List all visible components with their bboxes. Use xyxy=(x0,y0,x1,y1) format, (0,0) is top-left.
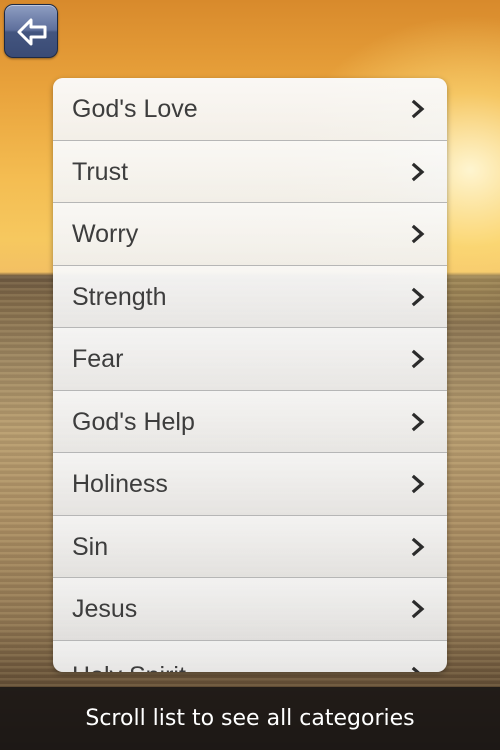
list-item-label: Strength xyxy=(72,282,167,311)
list-item[interactable]: God's Help xyxy=(53,390,447,453)
list-item[interactable]: Sin xyxy=(53,515,447,578)
list-item[interactable]: Worry xyxy=(53,203,447,266)
chevron-right-icon xyxy=(411,99,425,119)
list-item-label: Sin xyxy=(72,532,109,561)
chevron-right-icon xyxy=(411,412,425,431)
list-item[interactable]: Trust xyxy=(53,140,447,203)
list-item-label: Holiness xyxy=(72,470,168,498)
chevron-right-icon xyxy=(411,474,425,494)
list-item-label: Holy Spirit xyxy=(72,645,186,673)
chevron-right-icon xyxy=(411,599,425,619)
list-item-label: Fear xyxy=(72,345,124,373)
list-item[interactable]: Holiness xyxy=(53,453,447,516)
list-item-label: Jesus xyxy=(72,595,138,623)
chevron-right-icon xyxy=(411,349,425,369)
list-item[interactable]: Jesus xyxy=(53,578,447,641)
footer-hint-text: Scroll list to see all categories xyxy=(85,706,415,731)
arrow-left-icon xyxy=(17,18,47,46)
chevron-right-icon xyxy=(411,537,425,556)
footer-hint-bar: Scroll list to see all categories xyxy=(0,687,500,750)
chevron-right-icon xyxy=(411,224,425,244)
list-item[interactable]: Strength xyxy=(53,265,447,328)
chevron-right-icon xyxy=(411,162,425,181)
list-item-label: Worry xyxy=(72,220,139,248)
list-item[interactable]: Holy Spirit xyxy=(53,640,447,673)
back-button[interactable] xyxy=(4,4,58,58)
list-item[interactable]: God's Love xyxy=(53,78,447,141)
chevron-right-icon xyxy=(411,287,425,306)
list-item[interactable]: Fear xyxy=(53,328,447,391)
category-list[interactable]: God's Love Trust Worry Strength Fear God… xyxy=(53,78,447,672)
list-item-label: God's Help xyxy=(72,407,195,436)
list-item-label: God's Love xyxy=(72,95,198,123)
list-item-label: Trust xyxy=(72,157,129,186)
chevron-right-icon xyxy=(411,666,421,672)
